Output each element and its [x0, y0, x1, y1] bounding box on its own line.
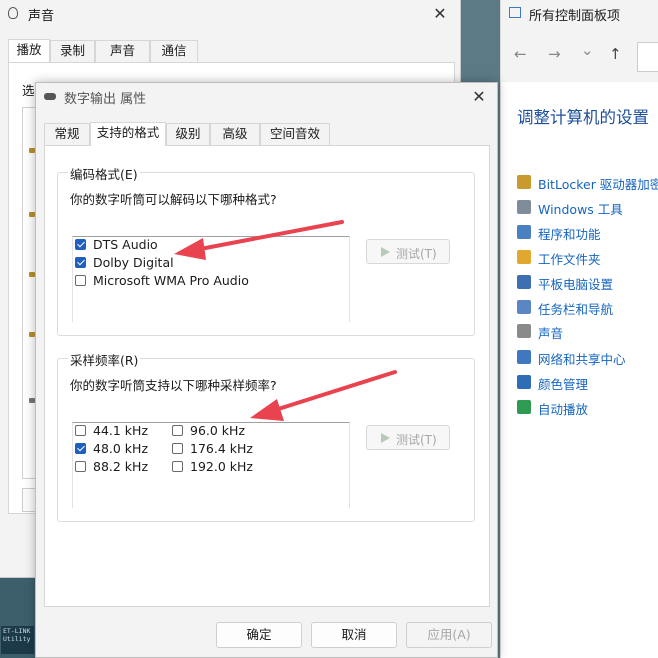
nav-bar: ← → ⌄ ↑ [501, 28, 658, 82]
speaker-icon [517, 324, 531, 338]
checkbox-box[interactable] [75, 443, 86, 454]
checkbox-box[interactable] [75, 425, 86, 436]
format-list[interactable]: DTS Audio Dolby Digital Microsoft WMA Pr… [72, 236, 350, 322]
checkbox-box[interactable] [172, 443, 183, 454]
encoding-group: 编码格式(E) 你的数字听筒可以解码以下哪种格式? DTS Audio Dolb… [57, 164, 475, 336]
format-label: Dolby Digital [93, 255, 174, 270]
rate-label: 192.0 kHz [190, 459, 253, 474]
test-encoding-button[interactable]: 测试(T) [366, 239, 450, 264]
speaker-icon [8, 7, 18, 19]
desktop-strip: ET-LINK Utility [0, 578, 36, 658]
sound-window-title: 声音 [28, 9, 55, 24]
tab-recording[interactable]: 录制 [50, 40, 95, 62]
cp-item-label: Windows 工具 [538, 202, 623, 217]
tab-sounds[interactable]: 声音 [95, 40, 150, 62]
checkbox-box[interactable] [172, 461, 183, 472]
programs-icon [517, 225, 531, 239]
checkbox-box[interactable] [75, 461, 86, 472]
test-sample-rate-button[interactable]: 测试(T) [366, 425, 450, 450]
rate-label: 176.4 kHz [190, 441, 253, 456]
close-icon[interactable]: ✕ [467, 86, 491, 108]
sample-rate-description: 你的数字听筒支持以下哪种采样频率? [70, 378, 277, 393]
checkbox-box[interactable] [75, 257, 86, 268]
properties-titlebar[interactable]: 数字输出 属性 ✕ [36, 83, 497, 111]
digital-output-icon [44, 93, 56, 100]
play-icon [381, 433, 390, 443]
forward-icon[interactable]: → [548, 45, 561, 63]
tab-spatial-sound[interactable]: 空间音效 [260, 123, 330, 145]
properties-title: 数字输出 属性 [64, 92, 147, 107]
cp-item-label: 网络和共享中心 [538, 352, 626, 367]
chevron-down-icon[interactable]: ⌄ [581, 41, 594, 59]
rate-label: 48.0 kHz [93, 441, 149, 456]
sample-rate-group-title: 采样频率(R) [68, 350, 141, 369]
page-heading: 调整计算机的设置 [517, 108, 649, 127]
tab-playback[interactable]: 播放 [8, 39, 50, 63]
checkbox-box[interactable] [75, 275, 86, 286]
rate-label: 88.2 kHz [93, 459, 149, 474]
select-label: 选 [22, 83, 35, 98]
cp-item-label: 平板电脑设置 [538, 277, 614, 292]
control-panel-title: 所有控制面板项 [529, 9, 621, 24]
back-icon[interactable]: ← [514, 45, 527, 63]
checkbox-box[interactable] [172, 425, 183, 436]
rate-label: 44.1 kHz [93, 423, 149, 438]
taskbar-app-label[interactable]: ET-LINK Utility [1, 626, 34, 654]
ok-button[interactable]: 确定 [216, 622, 302, 648]
properties-dialog: 数字输出 属性 ✕ 常规 支持的格式 级别 高级 空间音效 编码格式(E) 你的… [35, 82, 498, 658]
sound-titlebar[interactable]: 声音 ✕ [0, 0, 460, 28]
tab-advanced[interactable]: 高级 [210, 123, 260, 145]
cp-item-label: 程序和功能 [538, 227, 601, 242]
work-folders-icon [517, 250, 531, 264]
cancel-button[interactable]: 取消 [311, 622, 397, 648]
test-button-label: 测试(T) [396, 247, 437, 261]
tab-supported-formats[interactable]: 支持的格式 [90, 122, 166, 146]
tablet-icon [517, 275, 531, 289]
tab-communications[interactable]: 通信 [150, 40, 198, 62]
tab-levels[interactable]: 级别 [166, 123, 210, 145]
cp-item-label: 任务栏和导航 [538, 302, 614, 317]
format-label: Microsoft WMA Pro Audio [93, 273, 249, 288]
up-icon[interactable]: ↑ [609, 45, 622, 63]
network-icon [517, 350, 531, 364]
format-label: DTS Audio [93, 237, 158, 252]
sample-rate-group: 采样频率(R) 你的数字听筒支持以下哪种采样频率? 44.1 kHz 48.0 … [57, 350, 475, 522]
encoding-description: 你的数字听筒可以解码以下哪种格式? [70, 192, 277, 207]
cp-item-label: 工作文件夹 [538, 252, 601, 267]
encoding-group-title: 编码格式(E) [68, 164, 140, 183]
address-bar[interactable] [637, 42, 658, 72]
cp-item-label: 自动播放 [538, 402, 589, 417]
close-icon[interactable]: ✕ [428, 3, 452, 25]
checkbox-box[interactable] [75, 239, 86, 250]
apply-button[interactable]: 应用(A) [406, 622, 492, 648]
color-management-icon [517, 375, 531, 389]
tab-general[interactable]: 常规 [44, 123, 90, 145]
taskbar-icon [517, 300, 531, 314]
cp-item-label: BitLocker 驱动器加密 [538, 177, 658, 192]
cp-item-label: 颜色管理 [538, 377, 589, 392]
sample-rate-list[interactable]: 44.1 kHz 48.0 kHz 88.2 kHz 96.0 kHz 176.… [72, 422, 350, 508]
bitlocker-icon [517, 175, 531, 189]
cp-item-label: 声音 [538, 326, 564, 341]
supported-formats-panel: 编码格式(E) 你的数字听筒可以解码以下哪种格式? DTS Audio Dolb… [44, 145, 490, 607]
autoplay-icon [517, 400, 531, 414]
play-icon [381, 247, 390, 257]
control-panel-window: 所有控制面板项 ← → ⌄ ↑ 调整计算机的设置 BitLocker 驱动器加密… [500, 0, 658, 658]
control-panel-icon [509, 7, 521, 18]
rate-label: 96.0 kHz [190, 423, 246, 438]
test-button-label: 测试(T) [396, 433, 437, 447]
windows-tools-icon [517, 200, 531, 214]
control-panel-titlebar[interactable]: 所有控制面板项 [501, 0, 658, 28]
